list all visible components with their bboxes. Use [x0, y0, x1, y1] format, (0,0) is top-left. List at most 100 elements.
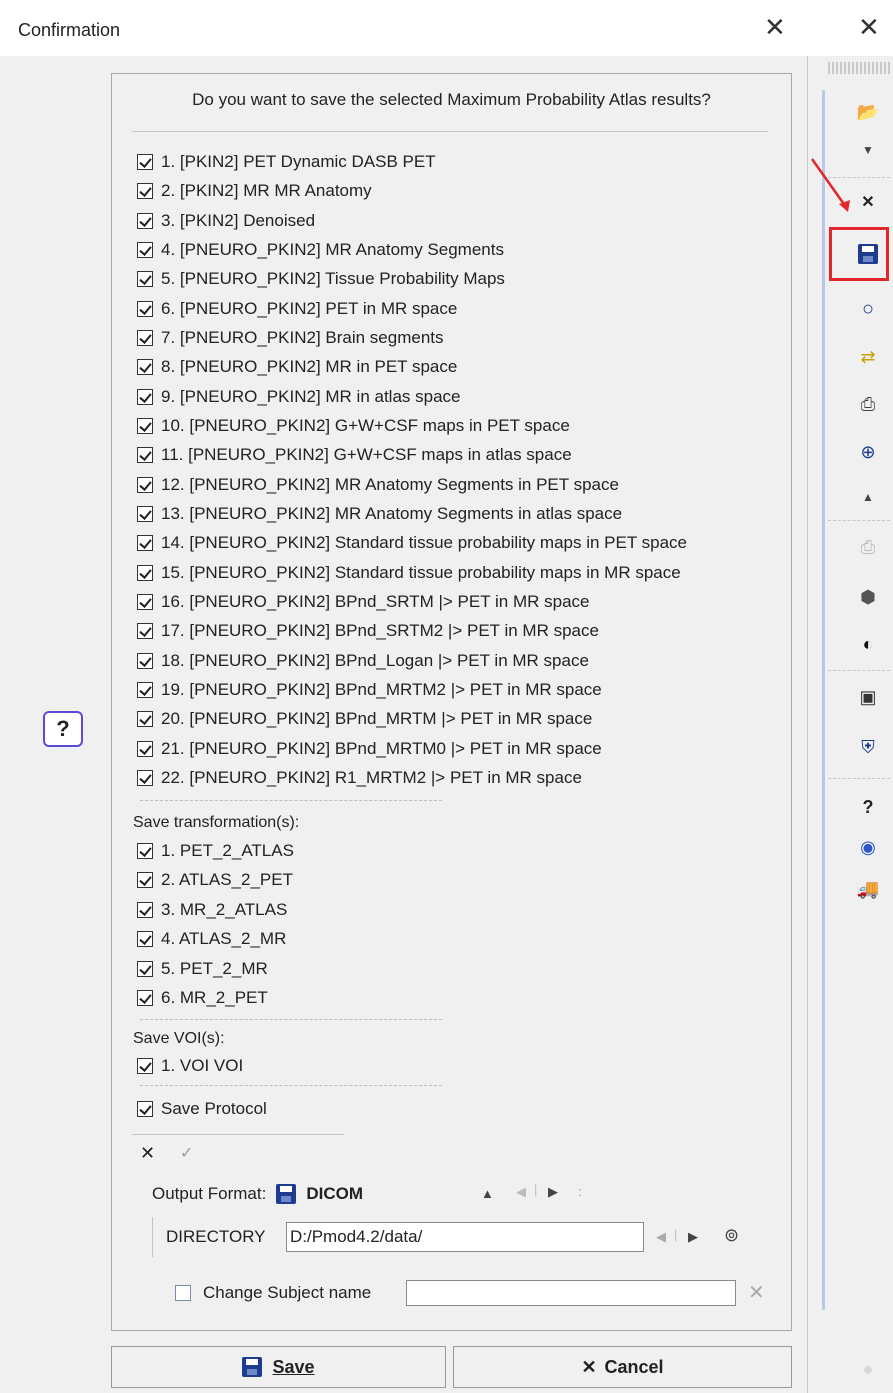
checkbox-row[interactable]: 10. [PNEURO_PKIN2] G+W+CSF maps in PET s…	[137, 416, 570, 436]
export-icon[interactable]: ⇄	[856, 345, 880, 369]
checkbox-box[interactable]	[137, 990, 153, 1006]
checkbox-box[interactable]	[137, 388, 153, 405]
checkbox-box[interactable]	[137, 843, 153, 859]
checkbox-row[interactable]: 19. [PNEURO_PKIN2] BPnd_MRTM2 |> PET in …	[137, 680, 602, 700]
print-icon[interactable]: ⎙	[856, 392, 880, 416]
target-icon[interactable]: ◉	[856, 835, 880, 859]
checkbox-row[interactable]: 17. [PNEURO_PKIN2] BPnd_SRTM2 |> PET in …	[137, 621, 599, 641]
checkbox-box[interactable]	[137, 901, 153, 918]
circle-outline-icon[interactable]: ○	[856, 297, 880, 321]
zoom-icon[interactable]: ⊕	[856, 440, 880, 464]
checkbox-box[interactable]	[137, 1101, 153, 1117]
help-button[interactable]: ?	[43, 711, 83, 747]
checkbox-box[interactable]	[137, 931, 153, 948]
checkbox-label: 10. [PNEURO_PKIN2] G+W+CSF maps in PET s…	[161, 415, 570, 435]
help-icon[interactable]: ?	[856, 795, 880, 819]
checkbox-row[interactable]: 16. [PNEURO_PKIN2] BPnd_SRTM |> PET in M…	[137, 592, 590, 612]
checkbox-row[interactable]: 11. [PNEURO_PKIN2] G+W+CSF maps in atlas…	[137, 445, 572, 465]
checkbox-row[interactable]: 1. VOI VOI	[137, 1056, 243, 1076]
checkbox-box[interactable]	[137, 1058, 153, 1074]
save-button[interactable]: Save	[111, 1346, 446, 1388]
checkbox-row[interactable]: 7. [PNEURO_PKIN2] Brain segments	[137, 328, 444, 348]
checkbox-row[interactable]: 5. [PNEURO_PKIN2] Tissue Probability Map…	[137, 269, 505, 289]
next-directory-icon[interactable]: ▶	[688, 1229, 698, 1245]
checkbox-row[interactable]: 1. PET_2_ATLAS	[137, 841, 294, 861]
checkbox-row[interactable]: 15. [PNEURO_PKIN2] Standard tissue proba…	[137, 563, 681, 583]
checkbox-box[interactable]	[137, 535, 153, 552]
subject-name-input[interactable]	[406, 1280, 736, 1306]
checkbox-row[interactable]: 6. [PNEURO_PKIN2] PET in MR space	[137, 299, 457, 319]
checkbox-row[interactable]: 1. [PKIN2] PET Dynamic DASB PET	[137, 152, 436, 172]
checkbox-row[interactable]: 5. PET_2_MR	[137, 959, 268, 979]
checkbox-box[interactable]	[137, 652, 153, 669]
change-subject-checkbox[interactable]: Change Subject name	[175, 1283, 371, 1303]
clear-icon[interactable]: ✕	[748, 1280, 765, 1305]
checkbox-label: 6. [PNEURO_PKIN2] PET in MR space	[161, 298, 458, 318]
browse-folder-icon[interactable]: ⊚	[724, 1225, 739, 1246]
checkbox-box[interactable]	[137, 271, 153, 288]
checkbox-box[interactable]	[137, 154, 153, 170]
select-none-icon[interactable]: ✕	[140, 1143, 155, 1164]
save-protocol-checkbox[interactable]: Save Protocol	[137, 1099, 267, 1119]
checkbox-row[interactable]: 6. MR_2_PET	[137, 988, 268, 1008]
checkbox-box[interactable]	[175, 1285, 191, 1301]
checkbox-row[interactable]: 14. [PNEURO_PKIN2] Standard tissue proba…	[137, 533, 687, 553]
checkbox-row[interactable]: 20. [PNEURO_PKIN2] BPnd_MRTM |> PET in M…	[137, 709, 592, 729]
checkbox-box[interactable]	[137, 447, 153, 464]
close-icon[interactable]: ✕	[764, 14, 786, 40]
collapse-up-icon[interactable]: ▲	[481, 1186, 494, 1201]
collapse-up-icon[interactable]: ▲	[856, 485, 880, 509]
checkbox-box[interactable]	[137, 740, 153, 757]
checkbox-row[interactable]: 4. ATLAS_2_MR	[137, 929, 286, 949]
directory-label: DIRECTORY	[166, 1227, 266, 1246]
checkbox-box[interactable]	[137, 212, 153, 229]
checkbox-row[interactable]: 2. ATLAS_2_PET	[137, 870, 293, 890]
checkbox-row[interactable]: 21. [PNEURO_PKIN2] BPnd_MRTM0 |> PET in …	[137, 739, 602, 759]
checkbox-box[interactable]	[137, 769, 153, 786]
checkbox-box[interactable]	[137, 681, 153, 698]
checkbox-box[interactable]	[137, 593, 153, 610]
checkbox-box[interactable]	[137, 417, 153, 434]
dropdown-arrow-icon[interactable]: ▼	[856, 138, 880, 162]
checkbox-row[interactable]: 12. [PNEURO_PKIN2] MR Anatomy Segments i…	[137, 475, 619, 495]
contrast-icon[interactable]: ◐	[856, 632, 880, 656]
checkbox-box[interactable]	[137, 564, 153, 581]
checkbox-box[interactable]	[137, 241, 153, 258]
close-data-icon[interactable]: ✕	[856, 190, 880, 214]
checkbox-box[interactable]	[137, 623, 153, 640]
select-all-icon[interactable]: ✓	[180, 1143, 193, 1163]
checkbox-row[interactable]: 2. [PKIN2] MR MR Anatomy	[137, 181, 372, 201]
checkbox-box[interactable]	[137, 505, 153, 522]
checkbox-row[interactable]: 22. [PNEURO_PKIN2] R1_MRTM2 |> PET in MR…	[137, 768, 582, 788]
brain-icon[interactable]: ⬢	[856, 585, 880, 609]
terminal-icon[interactable]: ▣	[856, 685, 880, 709]
checkbox-row[interactable]: 13. [PNEURO_PKIN2] MR Anatomy Segments i…	[137, 504, 622, 524]
checkbox-box[interactable]	[137, 476, 153, 493]
vehicle-icon[interactable]: 🚚	[856, 877, 880, 901]
more-icon[interactable]: :	[578, 1184, 582, 1199]
checkbox-box[interactable]	[137, 711, 153, 728]
checkbox-row[interactable]: 3. [PKIN2] Denoised	[137, 211, 315, 231]
checkbox-box[interactable]	[137, 960, 153, 977]
open-folder-icon[interactable]: 📂	[856, 100, 880, 124]
checkbox-row[interactable]: 8. [PNEURO_PKIN2] MR in PET space	[137, 357, 457, 377]
checkbox-row[interactable]: 3. MR_2_ATLAS	[137, 900, 287, 920]
checkbox-box[interactable]	[137, 300, 153, 317]
checkbox-box[interactable]	[137, 872, 153, 889]
grip-handle[interactable]	[828, 62, 890, 74]
output-format-value[interactable]: DICOM	[306, 1184, 363, 1204]
shield-icon[interactable]: ⛨	[856, 735, 880, 759]
checkbox-row[interactable]: 9. [PNEURO_PKIN2] MR in atlas space	[137, 387, 461, 407]
previous-arrow-icon[interactable]: ◀	[516, 1184, 526, 1200]
save-icon-highlight	[829, 227, 889, 281]
directory-input[interactable]: D:/Pmod4.2/data/	[286, 1222, 644, 1252]
close-icon[interactable]: ✕	[858, 14, 880, 40]
checkbox-row[interactable]: 18. [PNEURO_PKIN2] BPnd_Logan |> PET in …	[137, 651, 589, 671]
checkbox-box[interactable]	[137, 183, 153, 200]
previous-directory-icon[interactable]: ◀	[656, 1229, 666, 1245]
cancel-button[interactable]: ✕ Cancel	[453, 1346, 792, 1388]
checkbox-row[interactable]: 4. [PNEURO_PKIN2] MR Anatomy Segments	[137, 240, 504, 260]
checkbox-box[interactable]	[137, 359, 153, 376]
next-arrow-icon[interactable]: ▶	[548, 1184, 558, 1200]
checkbox-box[interactable]	[137, 329, 153, 346]
